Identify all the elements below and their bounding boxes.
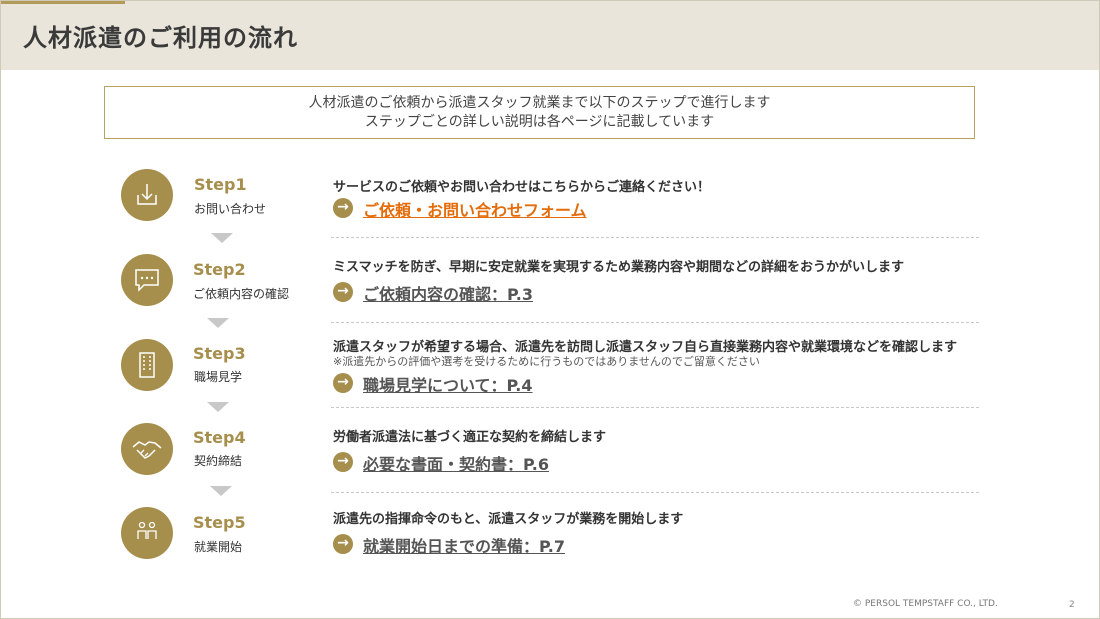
intro-box: 人材派遣のご依頼から派遣スタッフ就業まで以下のステップで進行します ステップごと… (104, 86, 975, 139)
start-preparation-link[interactable]: 就業開始日までの準備：P.7 (363, 533, 565, 557)
step-arrow-down (210, 486, 232, 496)
chat-bubble-icon (135, 269, 159, 292)
step5-label: 就業開始 (194, 540, 243, 554)
step4-circle (121, 423, 173, 475)
workplace-visit-link[interactable]: 職場見学について：P.4 (363, 372, 533, 396)
building-icon (139, 352, 155, 378)
slide: 人材派遣のご利用の流れ 人材派遣のご依頼から派遣スタッフ就業まで以下のステップで… (0, 0, 1100, 619)
arrow-right-icon: → (333, 282, 353, 302)
step1-description: サービスのご依頼やお問い合わせはこちらからご連絡ください！ (333, 180, 711, 195)
step1-circle (121, 169, 173, 221)
step-arrow-down (207, 318, 229, 328)
page-title: 人材派遣のご利用の流れ (23, 24, 298, 52)
arrow-right-icon: → (333, 534, 353, 554)
step2-circle (121, 254, 173, 306)
contact-form-link[interactable]: ご依頼・お問い合わせフォーム (363, 197, 587, 221)
intro-line-2: ステップごとの詳しい説明は各ページに記載しています (364, 114, 715, 130)
step2-description: ミスマッチを防ぎ、早期に安定就業を実現するため業務内容や期間などの詳細をおうかが… (333, 260, 904, 275)
header-accent-bar (1, 1, 125, 4)
copyright: © PERSOL TEMPSTAFF CO., LTD. (853, 599, 998, 609)
arrow-right-icon: → (333, 452, 353, 472)
divider (331, 492, 979, 493)
step3-circle (121, 339, 173, 391)
handshake-icon (132, 441, 162, 459)
page-number: 2 (1069, 600, 1075, 610)
step3-label: 職場見学 (194, 370, 243, 384)
step-arrow-down (211, 233, 233, 243)
step-arrow-down (207, 402, 229, 412)
people-icon (137, 521, 157, 539)
step4-label: 契約締結 (194, 454, 243, 468)
step3-number: Step3 (193, 344, 246, 363)
request-confirmation-link[interactable]: ご依頼内容の確認：P.3 (363, 281, 533, 305)
step5-number: Step5 (193, 513, 246, 532)
intro-line-1: 人材派遣のご依頼から派遣スタッフ就業まで以下のステップで進行します (308, 95, 771, 111)
step5-circle (121, 507, 173, 559)
step4-description: 労働者派遣法に基づく適正な契約を締結します (333, 430, 607, 445)
download-icon (137, 184, 157, 205)
divider (331, 407, 979, 408)
step5-description: 派遣先の指揮命令のもと、派遣スタッフが業務を開始します (333, 512, 684, 527)
arrow-right-icon: → (333, 373, 353, 393)
step3-note: ※派遣先からの評価や選考を受けるために行うものではありませんのでご留意ください (333, 355, 760, 368)
divider (331, 322, 979, 323)
step2-label: ご依頼内容の確認 (193, 287, 290, 301)
divider (331, 237, 979, 238)
step4-number: Step4 (193, 428, 246, 447)
arrow-right-icon: → (333, 198, 353, 218)
step2-number: Step2 (193, 260, 246, 279)
step1-label: お問い合わせ (194, 202, 267, 216)
slide-header: 人材派遣のご利用の流れ (1, 1, 1099, 70)
contract-documents-link[interactable]: 必要な書面・契約書：P.6 (363, 451, 549, 475)
step1-number: Step1 (194, 175, 247, 194)
